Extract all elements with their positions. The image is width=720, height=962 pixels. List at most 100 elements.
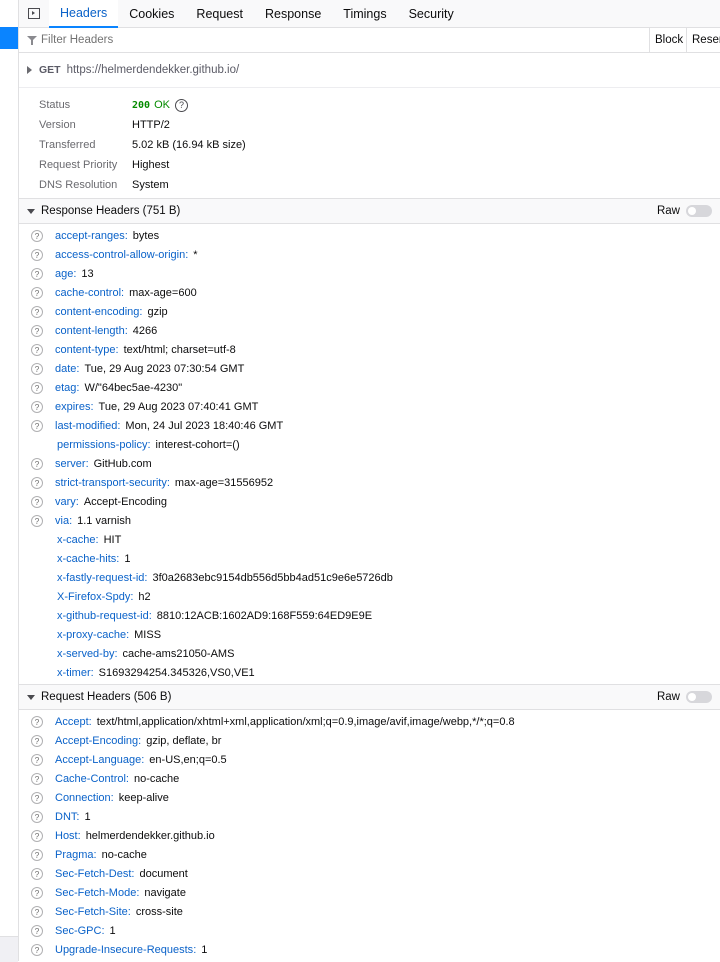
header-row[interactable]: ? Sec-Fetch-Modenavigate bbox=[19, 883, 720, 902]
request-headers-section-toggle[interactable]: Request Headers (506 B) Raw bbox=[19, 684, 720, 710]
header-row[interactable]: ? Accept-Encodinggzip, deflate, br bbox=[19, 731, 720, 750]
header-row[interactable]: ? serverGitHub.com bbox=[19, 454, 720, 473]
header-row[interactable]: x-served-bycache-ams21050-AMS bbox=[19, 644, 720, 663]
header-row[interactable]: ? varyAccept-Encoding bbox=[19, 492, 720, 511]
help-icon[interactable]: ? bbox=[31, 267, 43, 280]
tab-headers[interactable]: Headers bbox=[49, 0, 119, 28]
tab-security[interactable]: Security bbox=[398, 0, 465, 27]
block-button[interactable]: Block bbox=[649, 28, 683, 52]
header-name: DNT bbox=[55, 811, 84, 823]
tab-response[interactable]: Response bbox=[254, 0, 332, 27]
header-row[interactable]: ? cache-controlmax-age=600 bbox=[19, 283, 720, 302]
header-row[interactable]: ? Sec-Fetch-Destdocument bbox=[19, 864, 720, 883]
header-row[interactable]: ? content-typetext/html; charset=utf-8 bbox=[19, 340, 720, 359]
summary-value: 5.02 kB (16.94 kB size) bbox=[132, 139, 246, 151]
summary-label: DNS Resolution bbox=[39, 179, 118, 191]
header-row[interactable]: ? Sec-Fetch-Sitecross-site bbox=[19, 902, 720, 921]
collapse-triangle-icon[interactable] bbox=[27, 208, 35, 214]
header-row[interactable]: ? content-encodinggzip bbox=[19, 302, 720, 321]
collapse-triangle-icon[interactable] bbox=[27, 694, 35, 700]
header-row[interactable]: ? via1.1 varnish bbox=[19, 511, 720, 530]
header-row[interactable]: ? DNT1 bbox=[19, 807, 720, 826]
request-list-strip[interactable] bbox=[0, 0, 19, 962]
filter-headers-input[interactable] bbox=[41, 34, 341, 46]
help-icon[interactable]: ? bbox=[31, 867, 43, 880]
header-row[interactable]: ? Cache-Controlno-cache bbox=[19, 769, 720, 788]
help-icon[interactable]: ? bbox=[31, 495, 43, 508]
toggle-sidebar-icon[interactable] bbox=[19, 0, 49, 27]
response-headers-section-toggle[interactable]: Response Headers (751 B) Raw bbox=[19, 199, 720, 224]
help-icon[interactable]: ? bbox=[31, 943, 43, 956]
header-row[interactable]: x-timerS1693294254.345326,VS0,VE1 bbox=[19, 663, 720, 682]
help-icon[interactable]: ? bbox=[31, 514, 43, 527]
header-value: navigate bbox=[144, 886, 186, 899]
help-icon[interactable]: ? bbox=[31, 419, 43, 432]
header-row[interactable]: ? Accepttext/html,application/xhtml+xml,a… bbox=[19, 712, 720, 731]
help-icon[interactable]: ? bbox=[31, 305, 43, 318]
header-row[interactable]: ? etagW/"64bec5ae-4230" bbox=[19, 378, 720, 397]
help-icon[interactable]: ? bbox=[31, 734, 43, 747]
expand-triangle-icon[interactable] bbox=[27, 66, 32, 74]
header-row[interactable]: x-fastly-request-id3f0a2683ebc9154db556d… bbox=[19, 568, 720, 587]
resend-button[interactable]: Reser bbox=[686, 28, 720, 52]
header-row[interactable]: ? last-modifiedMon, 24 Jul 2023 18:40:46 … bbox=[19, 416, 720, 435]
header-value: interest-cohort=() bbox=[155, 438, 240, 451]
help-icon[interactable]: ? bbox=[31, 753, 43, 766]
help-icon[interactable]: ? bbox=[31, 400, 43, 413]
header-row[interactable]: ? Sec-GPC1 bbox=[19, 921, 720, 940]
header-row[interactable]: ? Pragmano-cache bbox=[19, 845, 720, 864]
header-row[interactable]: ? Connectionkeep-alive bbox=[19, 788, 720, 807]
help-icon[interactable]: ? bbox=[31, 905, 43, 918]
request-url-row[interactable]: GET https://helmerdendekker.github.io/ bbox=[19, 53, 720, 88]
raw-toggle-response[interactable]: Raw bbox=[657, 199, 712, 223]
header-row[interactable]: permissions-policyinterest-cohort=() bbox=[19, 435, 720, 454]
header-row[interactable]: ? Hosthelmerdendekker.github.io bbox=[19, 826, 720, 845]
header-value: gzip, deflate, br bbox=[146, 734, 222, 747]
help-icon[interactable]: ? bbox=[31, 848, 43, 861]
help-icon[interactable]: ? bbox=[31, 457, 43, 470]
selected-request-row[interactable] bbox=[0, 27, 18, 49]
raw-switch[interactable] bbox=[686, 205, 712, 217]
help-icon[interactable]: ? bbox=[31, 715, 43, 728]
filter-icon bbox=[27, 35, 37, 45]
header-row[interactable]: ? content-length4266 bbox=[19, 321, 720, 340]
help-icon[interactable]: ? bbox=[31, 476, 43, 489]
help-icon[interactable]: ? bbox=[31, 886, 43, 899]
header-row[interactable]: x-cache-hits1 bbox=[19, 549, 720, 568]
help-icon[interactable]: ? bbox=[31, 810, 43, 823]
help-icon[interactable]: ? bbox=[31, 924, 43, 937]
header-row[interactable]: x-proxy-cacheMISS bbox=[19, 625, 720, 644]
help-icon[interactable]: ? bbox=[31, 248, 43, 261]
header-row[interactable]: ? Accept-Languageen-US,en;q=0.5 bbox=[19, 750, 720, 769]
header-row[interactable]: ? dateTue, 29 Aug 2023 07:30:54 GMT bbox=[19, 359, 720, 378]
header-row[interactable]: x-cacheHIT bbox=[19, 530, 720, 549]
header-row[interactable]: ? access-control-allow-origin* bbox=[19, 245, 720, 264]
help-icon[interactable]: ? bbox=[31, 772, 43, 785]
header-row[interactable]: X-Firefox-Spdyh2 bbox=[19, 587, 720, 606]
tab-request[interactable]: Request bbox=[185, 0, 254, 27]
header-name: content-encoding bbox=[55, 306, 147, 318]
help-icon[interactable]: ? bbox=[31, 229, 43, 242]
header-value: gzip bbox=[147, 305, 168, 318]
help-icon[interactable]: ? bbox=[31, 381, 43, 394]
header-row[interactable]: ? strict-transport-securitymax-age=315569… bbox=[19, 473, 720, 492]
tab-cookies[interactable]: Cookies bbox=[118, 0, 185, 27]
help-icon[interactable]: ? bbox=[31, 791, 43, 804]
raw-toggle-request[interactable]: Raw bbox=[657, 685, 712, 709]
header-row[interactable]: ? expiresTue, 29 Aug 2023 07:40:41 GMT bbox=[19, 397, 720, 416]
filter-bar: Block Reser bbox=[19, 28, 720, 53]
help-icon[interactable]: ? bbox=[31, 286, 43, 299]
header-row[interactable]: ? accept-rangesbytes bbox=[19, 226, 720, 245]
tab-timings[interactable]: Timings bbox=[332, 0, 397, 27]
header-row[interactable]: ? age13 bbox=[19, 264, 720, 283]
help-icon[interactable]: ? bbox=[174, 98, 188, 112]
help-icon[interactable]: ? bbox=[31, 829, 43, 842]
help-icon[interactable]: ? bbox=[31, 343, 43, 356]
header-row[interactable]: x-github-request-id8810:12ACB:1602AD9:16… bbox=[19, 606, 720, 625]
help-icon[interactable]: ? bbox=[31, 324, 43, 337]
header-row[interactable]: ? Upgrade-Insecure-Requests1 bbox=[19, 940, 720, 959]
header-name: cache-control bbox=[55, 287, 129, 299]
raw-switch[interactable] bbox=[686, 691, 712, 703]
help-icon[interactable]: ? bbox=[31, 362, 43, 375]
header-value: keep-alive bbox=[118, 791, 169, 804]
